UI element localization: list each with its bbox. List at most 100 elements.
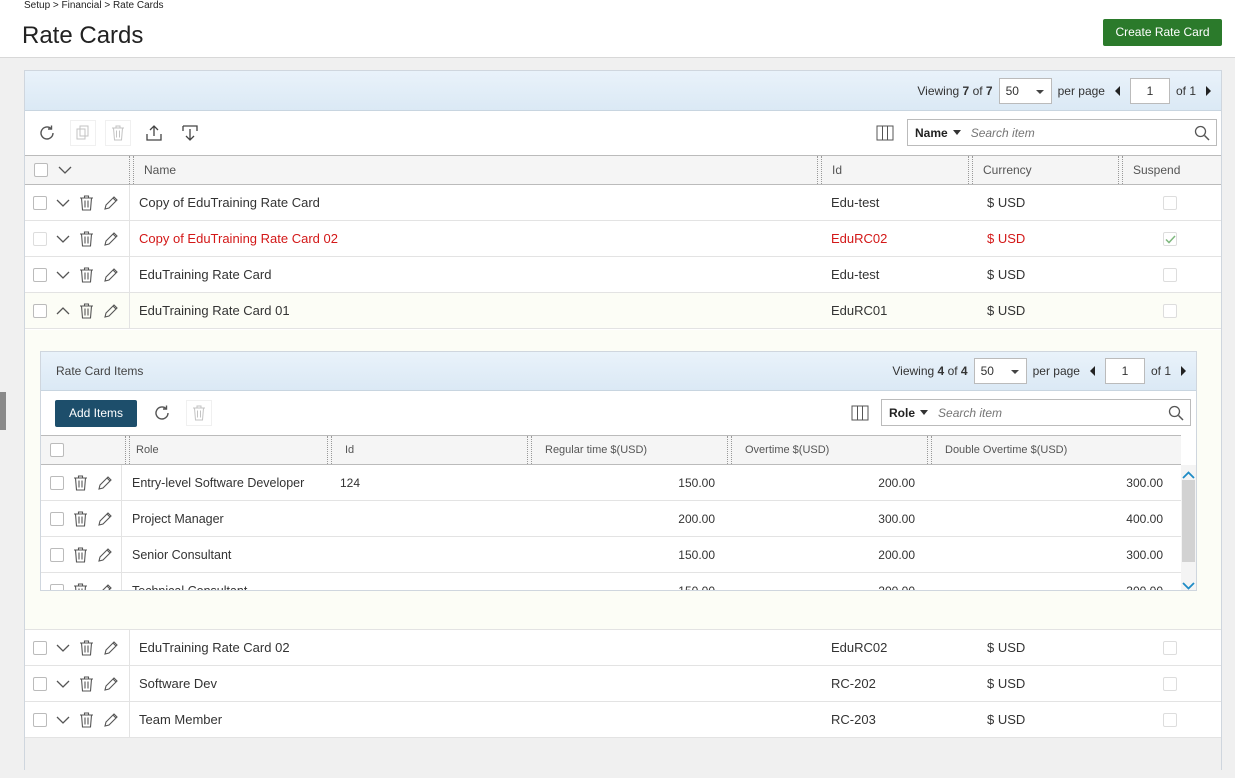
trash-icon[interactable] xyxy=(79,303,94,319)
column-header-item-id[interactable]: Id xyxy=(331,436,354,464)
suspend-checkbox[interactable] xyxy=(1163,268,1177,282)
page-number-input[interactable]: 1 xyxy=(1129,78,1170,104)
expand-row-icon[interactable] xyxy=(56,679,70,689)
pencil-icon[interactable] xyxy=(103,640,119,656)
sub-scrollbar[interactable] xyxy=(1181,465,1196,590)
expand-row-icon[interactable] xyxy=(56,198,70,208)
trash-icon[interactable] xyxy=(73,583,88,590)
column-header-double[interactable]: Double Overtime $(USD) xyxy=(931,436,1067,464)
pencil-icon[interactable] xyxy=(103,676,119,692)
sub-search-input[interactable] xyxy=(934,405,1162,420)
sub-search-icon[interactable] xyxy=(1162,405,1190,421)
rate-card-name[interactable]: EduTraining Rate Card 02 xyxy=(139,630,290,666)
columns-icon[interactable] xyxy=(872,120,898,146)
suspend-checkbox[interactable] xyxy=(1163,304,1177,318)
expand-all-icon[interactable] xyxy=(58,164,72,178)
row-checkbox[interactable] xyxy=(33,232,47,246)
pencil-icon[interactable] xyxy=(103,712,119,728)
select-all-checkbox[interactable] xyxy=(34,163,48,177)
column-header-overtime[interactable]: Overtime $(USD) xyxy=(731,436,829,464)
expand-row-icon[interactable] xyxy=(56,715,70,725)
trash-icon[interactable] xyxy=(79,676,94,692)
column-header-regular[interactable]: Regular time $(USD) xyxy=(531,436,647,464)
trash-icon[interactable] xyxy=(79,712,94,728)
column-header-id[interactable]: Id xyxy=(818,156,842,184)
rate-card-name[interactable]: Copy of EduTraining Rate Card 02 xyxy=(139,221,338,257)
rate-card-name[interactable]: EduTraining Rate Card 01 xyxy=(139,293,290,329)
trash-icon[interactable] xyxy=(73,511,88,527)
sub-row-checkbox[interactable] xyxy=(50,476,64,490)
suspend-checkbox[interactable] xyxy=(1163,677,1177,691)
per-page-select[interactable]: 50 xyxy=(998,78,1052,104)
export-icon[interactable] xyxy=(141,120,167,146)
sub-delete-icon[interactable] xyxy=(186,400,212,426)
scroll-thumb[interactable] xyxy=(1182,480,1195,562)
table-row[interactable]: EduTraining Rate Card Edu-test $ USD xyxy=(25,257,1221,293)
next-page-icon[interactable] xyxy=(1206,86,1211,96)
search-input[interactable] xyxy=(966,125,1188,140)
trash-icon[interactable] xyxy=(79,267,94,283)
column-header-currency[interactable]: Currency xyxy=(969,156,1032,184)
expand-row-icon[interactable] xyxy=(56,643,70,653)
table-row[interactable]: EduTraining Rate Card 02 EduRC02 $ USD xyxy=(25,630,1221,666)
table-row[interactable]: Team Member RC-203 $ USD xyxy=(25,702,1221,738)
scroll-down-icon[interactable] xyxy=(1182,577,1195,590)
side-panel-toggle[interactable] xyxy=(0,392,6,430)
rate-card-name[interactable]: Team Member xyxy=(139,702,222,738)
table-row[interactable]: Software Dev RC-202 $ USD xyxy=(25,666,1221,702)
expand-row-icon[interactable] xyxy=(56,234,70,244)
pencil-icon[interactable] xyxy=(97,583,113,590)
suspend-checkbox[interactable] xyxy=(1163,641,1177,655)
row-checkbox[interactable] xyxy=(33,304,47,318)
sub-page-number-input[interactable]: 1 xyxy=(1104,358,1145,384)
rate-card-name[interactable]: Software Dev xyxy=(139,666,217,702)
collapse-row-icon[interactable] xyxy=(56,306,70,316)
add-items-button[interactable]: Add Items xyxy=(55,400,137,427)
rate-card-name[interactable]: Copy of EduTraining Rate Card xyxy=(139,185,320,221)
sub-table-row[interactable]: Senior Consultant 150.00 200.00 300.00 xyxy=(41,537,1181,573)
row-checkbox[interactable] xyxy=(33,677,47,691)
sub-refresh-icon[interactable] xyxy=(149,400,175,426)
table-row[interactable]: Copy of EduTraining Rate Card 02 EduRC02 $… xyxy=(25,221,1221,257)
sub-row-checkbox[interactable] xyxy=(50,548,64,562)
pencil-icon[interactable] xyxy=(97,475,113,491)
table-row[interactable]: EduTraining Rate Card 01 EduRC01 $ USD xyxy=(25,293,1221,329)
expand-row-icon[interactable] xyxy=(56,270,70,280)
pencil-icon[interactable] xyxy=(97,511,113,527)
sub-columns-icon[interactable] xyxy=(847,400,873,426)
sub-row-checkbox[interactable] xyxy=(50,584,64,590)
sub-select-all-checkbox[interactable] xyxy=(50,443,64,457)
delete-icon[interactable] xyxy=(105,120,131,146)
trash-icon[interactable] xyxy=(79,195,94,211)
search-icon[interactable] xyxy=(1188,125,1216,141)
prev-page-icon[interactable] xyxy=(1114,86,1120,96)
column-header-name[interactable]: Name xyxy=(130,156,176,184)
sub-prev-page-icon[interactable] xyxy=(1089,366,1095,376)
trash-icon[interactable] xyxy=(79,640,94,656)
sub-table-row[interactable]: Entry-level Software Developer 124 150.00 2… xyxy=(41,465,1181,501)
suspend-checkbox[interactable] xyxy=(1163,713,1177,727)
sub-next-page-icon[interactable] xyxy=(1181,366,1186,376)
suspend-checkbox[interactable] xyxy=(1163,196,1177,210)
sub-row-checkbox[interactable] xyxy=(50,512,64,526)
pencil-icon[interactable] xyxy=(103,231,119,247)
refresh-icon[interactable] xyxy=(34,120,60,146)
suspend-checkbox[interactable] xyxy=(1163,232,1177,246)
pencil-icon[interactable] xyxy=(97,547,113,563)
trash-icon[interactable] xyxy=(73,547,88,563)
row-checkbox[interactable] xyxy=(33,641,47,655)
column-header-suspend[interactable]: Suspend xyxy=(1119,156,1180,184)
rate-card-name[interactable]: EduTraining Rate Card xyxy=(139,257,271,293)
table-row[interactable]: Copy of EduTraining Rate Card Edu-test $ U… xyxy=(25,185,1221,221)
row-checkbox[interactable] xyxy=(33,268,47,282)
breadcrumb[interactable]: Setup > Financial > Rate Cards xyxy=(24,0,164,11)
sub-per-page-select[interactable]: 50 xyxy=(973,358,1027,384)
pencil-icon[interactable] xyxy=(103,195,119,211)
import-icon[interactable] xyxy=(177,120,203,146)
row-checkbox[interactable] xyxy=(33,196,47,210)
column-header-role[interactable]: Role xyxy=(122,436,159,464)
row-checkbox[interactable] xyxy=(33,713,47,727)
trash-icon[interactable] xyxy=(79,231,94,247)
search-field-select[interactable]: Name xyxy=(908,126,967,140)
sub-search-field-select[interactable]: Role xyxy=(882,406,934,420)
